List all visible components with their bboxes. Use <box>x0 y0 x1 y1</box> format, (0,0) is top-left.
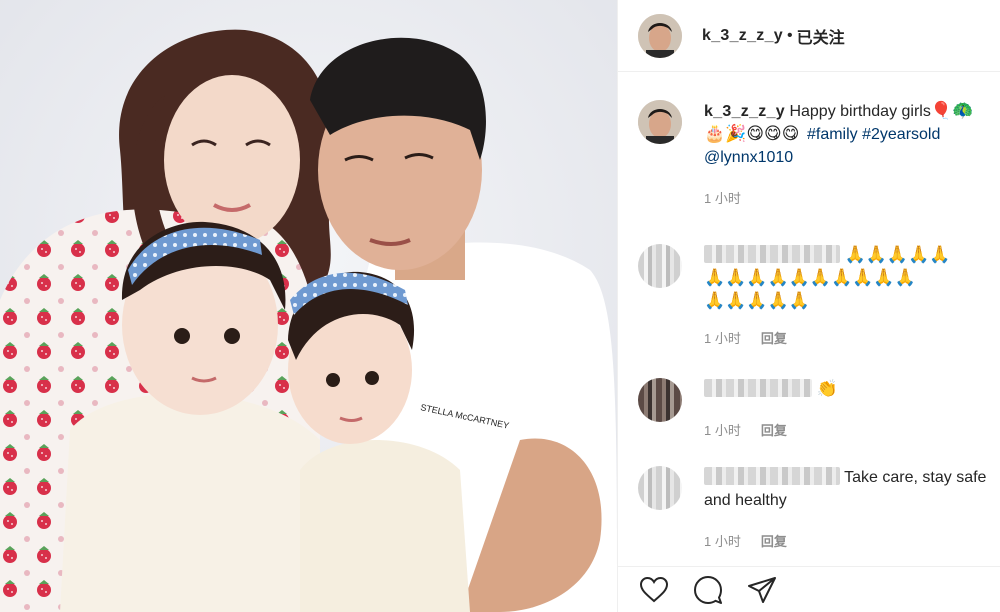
clapping-hands-emoji: 👏 <box>816 379 838 398</box>
caption-time: 1 小时 <box>704 191 741 206</box>
commenter-avatar-blurred[interactable] <box>638 244 682 288</box>
reply-button[interactable]: 回复 <box>761 534 787 549</box>
comment-body: 🙏🙏🙏🙏🙏 🙏🙏🙏🙏🙏🙏🙏🙏🙏🙏 🙏🙏🙏🙏🙏 1 小时 回复 <box>704 244 990 350</box>
comment-time: 1 小时 <box>704 534 741 549</box>
cake-party-emojis: 🎂🎉😋😋😋 <box>704 124 800 143</box>
follow-status-button[interactable]: 已关注 <box>797 24 845 48</box>
caption-comment: k_3_z_z_y Happy birthday girls🎈🦚 🎂🎉😋😋😋 #… <box>638 100 1000 210</box>
header-separator: • <box>787 26 793 44</box>
commenter-username-blurred[interactable] <box>704 245 840 263</box>
paper-plane-icon[interactable] <box>746 574 778 606</box>
comment-time: 1 小时 <box>704 423 741 438</box>
hashtag-family[interactable]: #family <box>807 126 858 143</box>
commenter-avatar-blurred[interactable] <box>638 378 682 422</box>
reply-button[interactable]: 回复 <box>761 331 787 346</box>
reply-button[interactable]: 回复 <box>761 423 787 438</box>
post-photo[interactable]: STELLA McCARTNEY <box>0 0 617 612</box>
author-avatar[interactable] <box>638 13 682 58</box>
comment-meta: 1 小时 回复 <box>704 327 990 350</box>
speech-bubble-icon[interactable] <box>692 574 724 606</box>
caption-username[interactable]: k_3_z_z_y <box>704 103 785 120</box>
author-username[interactable]: k_3_z_z_y <box>702 27 783 45</box>
comment-item: 👏 1 小时 回复 <box>638 378 1000 442</box>
caption-text: Happy birthday girls <box>789 103 931 120</box>
post-header: k_3_z_z_y • 已关注 <box>618 0 1000 72</box>
heart-icon[interactable] <box>638 574 670 606</box>
caption-avatar[interactable] <box>638 100 682 144</box>
commenter-username-blurred[interactable] <box>704 467 840 485</box>
post-actions-bar <box>618 566 1000 612</box>
commenter-avatar-blurred[interactable] <box>638 466 682 510</box>
praying-hands-emojis: 🙏🙏🙏🙏🙏 <box>704 291 810 310</box>
caption-meta: 1 小时 <box>704 187 990 210</box>
praying-hands-emojis: 🙏🙏🙏🙏🙏🙏🙏🙏🙏🙏 <box>704 268 916 287</box>
balloon-peacock-emojis: 🎈🦚 <box>930 101 974 120</box>
comment-meta: 1 小时 回复 <box>704 419 990 442</box>
caption-body: k_3_z_z_y Happy birthday girls🎈🦚 🎂🎉😋😋😋 #… <box>704 100 990 210</box>
comments-list: k_3_z_z_y Happy birthday girls🎈🦚 🎂🎉😋😋😋 #… <box>618 72 1000 553</box>
comment-meta: 1 小时 回复 <box>704 530 990 553</box>
comment-body: 👏 1 小时 回复 <box>704 378 990 442</box>
praying-hands-emojis: 🙏🙏🙏🙏🙏 <box>844 245 951 264</box>
commenter-username-blurred[interactable] <box>704 379 812 397</box>
post-side-panel: k_3_z_z_y • 已关注 k_3_z_z_y Happy birthday… <box>617 0 1000 612</box>
hashtag-2yearsold[interactable]: #2yearsold <box>862 126 940 143</box>
comment-item: Take care, stay safe and healthy 1 小时 回复 <box>638 466 1000 553</box>
family-photo-illustration: STELLA McCARTNEY <box>0 0 617 612</box>
comment-item: 🙏🙏🙏🙏🙏 🙏🙏🙏🙏🙏🙏🙏🙏🙏🙏 🙏🙏🙏🙏🙏 1 小时 回复 <box>638 244 1000 350</box>
comment-body: Take care, stay safe and healthy 1 小时 回复 <box>704 466 990 553</box>
mention-link[interactable]: @lynnx1010 <box>704 149 793 166</box>
comment-time: 1 小时 <box>704 331 741 346</box>
